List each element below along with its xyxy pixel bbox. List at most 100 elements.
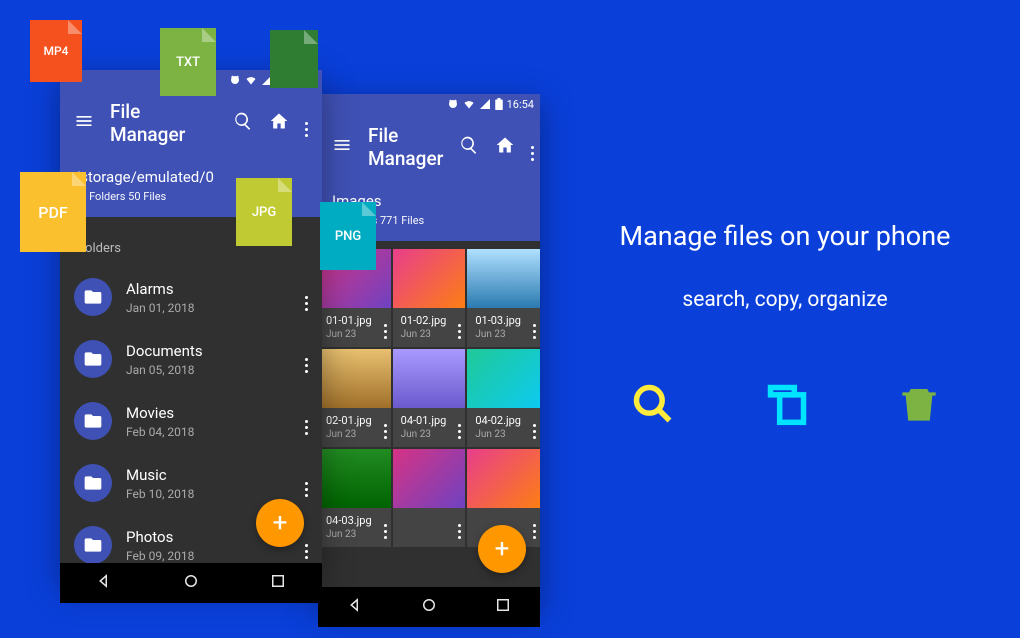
nav-home-icon[interactable] [182, 572, 200, 594]
nav-back-icon[interactable] [95, 572, 113, 594]
image-filename: 04-03.jpg [326, 514, 383, 527]
image-date: Jun 23 [401, 429, 458, 440]
image-date: Jun 23 [475, 329, 532, 340]
filetype-badge-pdf: PDF [20, 172, 86, 252]
app-title: File Manager [368, 124, 443, 170]
image-tile[interactable] [393, 449, 466, 547]
image-date: Jun 23 [326, 329, 383, 340]
tile-overflow-icon[interactable] [384, 412, 387, 439]
row-overflow-icon[interactable] [305, 284, 308, 311]
row-overflow-icon[interactable] [305, 532, 308, 559]
status-time: 16:54 [507, 98, 534, 111]
folder-icon [74, 402, 112, 440]
marketing-panel: Manage files on your phone search, copy,… [570, 220, 1000, 430]
tile-overflow-icon[interactable] [533, 412, 536, 439]
folder-date: Jan 01, 2018 [126, 301, 291, 315]
image-thumbnail [393, 349, 466, 408]
row-overflow-icon[interactable] [305, 346, 308, 373]
wifi-icon [245, 74, 257, 86]
wifi-icon [463, 98, 475, 110]
nav-back-icon[interactable] [346, 596, 364, 618]
tile-overflow-icon[interactable] [384, 512, 387, 539]
phone-screen-list: 16:54 File Manager /storage/emulated/0 2… [60, 70, 322, 582]
row-overflow-icon[interactable] [305, 470, 308, 497]
overflow-icon[interactable] [305, 110, 308, 137]
image-filename: 02-01.jpg [326, 414, 383, 427]
tile-overflow-icon[interactable] [458, 312, 461, 339]
filetype-badge-jpg: JPG [236, 178, 292, 246]
image-thumbnail [393, 449, 466, 508]
marketing-headline: Manage files on your phone [570, 220, 1000, 252]
folder-icon [74, 340, 112, 378]
tile-overflow-icon[interactable] [533, 512, 536, 539]
image-thumbnail [318, 349, 391, 408]
folder-name: Alarms [126, 280, 291, 298]
tile-overflow-icon[interactable] [384, 312, 387, 339]
android-nav-bar [318, 587, 540, 627]
home-icon[interactable] [269, 111, 289, 135]
alarm-icon [447, 98, 459, 110]
search-icon[interactable] [233, 111, 253, 135]
image-tile[interactable]: 01-03.jpg Jun 23 [467, 249, 540, 347]
image-date: Jun 23 [401, 329, 458, 340]
nav-home-icon[interactable] [420, 596, 438, 618]
phone-screen-grid: 16:54 File Manager Images 0 Folders 771 … [318, 94, 540, 606]
image-date: Jun 23 [326, 429, 383, 440]
filetype-badge-png: PNG [320, 202, 376, 270]
image-tile[interactable]: 04-03.jpg Jun 23 [318, 449, 391, 547]
folder-icon [74, 464, 112, 502]
folder-name: Music [126, 466, 291, 484]
alarm-icon [229, 74, 241, 86]
search-icon [631, 382, 675, 430]
image-tile[interactable]: 02-01.jpg Jun 23 [318, 349, 391, 447]
folder-date: Feb 09, 2018 [126, 549, 291, 563]
nav-recent-icon[interactable] [494, 596, 512, 618]
folder-row[interactable]: Alarms Jan 01, 2018 [60, 266, 322, 328]
marketing-subheadline: search, copy, organize [570, 288, 1000, 312]
fab-add-button[interactable]: + [478, 525, 526, 573]
image-filename: 04-01.jpg [401, 414, 458, 427]
menu-icon[interactable] [332, 135, 352, 159]
image-thumbnail [467, 449, 540, 508]
overflow-icon[interactable] [531, 134, 534, 161]
image-date: Jun 23 [475, 429, 532, 440]
folder-row[interactable]: Movies Feb 04, 2018 [60, 390, 322, 452]
folder-name: Movies [126, 404, 291, 422]
filetype-badge-xls [270, 30, 318, 88]
folder-row[interactable]: DocumentsJan 05, 2018 [60, 328, 322, 390]
copy-icon [765, 382, 809, 430]
folder-icon [74, 526, 112, 563]
tile-overflow-icon[interactable] [458, 512, 461, 539]
status-bar: 16:54 [318, 94, 540, 114]
nav-recent-icon[interactable] [269, 572, 287, 594]
search-icon[interactable] [459, 135, 479, 159]
folder-date: Jan 05, 2018 [126, 363, 291, 377]
image-date: Jun 23 [326, 529, 383, 540]
tile-overflow-icon[interactable] [533, 312, 536, 339]
battery-icon [495, 98, 503, 110]
app-title: File Manager [110, 100, 217, 146]
trash-icon [899, 382, 939, 430]
menu-icon[interactable] [74, 111, 94, 135]
tile-overflow-icon[interactable] [458, 412, 461, 439]
filetype-badge-txt: TXT [160, 28, 216, 96]
image-filename: 01-01.jpg [326, 314, 383, 327]
signal-icon [479, 98, 491, 110]
row-overflow-icon[interactable] [305, 408, 308, 435]
folder-date: Feb 04, 2018 [126, 425, 291, 439]
image-thumbnail [318, 449, 391, 508]
filetype-badge-mp4: MP4 [30, 20, 82, 82]
image-filename: 01-03.jpg [475, 314, 532, 327]
image-tile[interactable]: 04-01.jpg Jun 23 [393, 349, 466, 447]
image-filename: 04-02.jpg [475, 414, 532, 427]
image-thumbnail [467, 349, 540, 408]
folder-icon [74, 278, 112, 316]
image-filename: 01-02.jpg [401, 314, 458, 327]
image-tile[interactable]: 01-02.jpg Jun 23 [393, 249, 466, 347]
image-tile[interactable]: 04-02.jpg Jun 23 [467, 349, 540, 447]
fab-add-button[interactable]: + [256, 499, 304, 547]
image-thumbnail [393, 249, 466, 308]
android-nav-bar [60, 563, 322, 603]
home-icon[interactable] [495, 135, 515, 159]
folder-date: Feb 10, 2018 [126, 487, 291, 501]
